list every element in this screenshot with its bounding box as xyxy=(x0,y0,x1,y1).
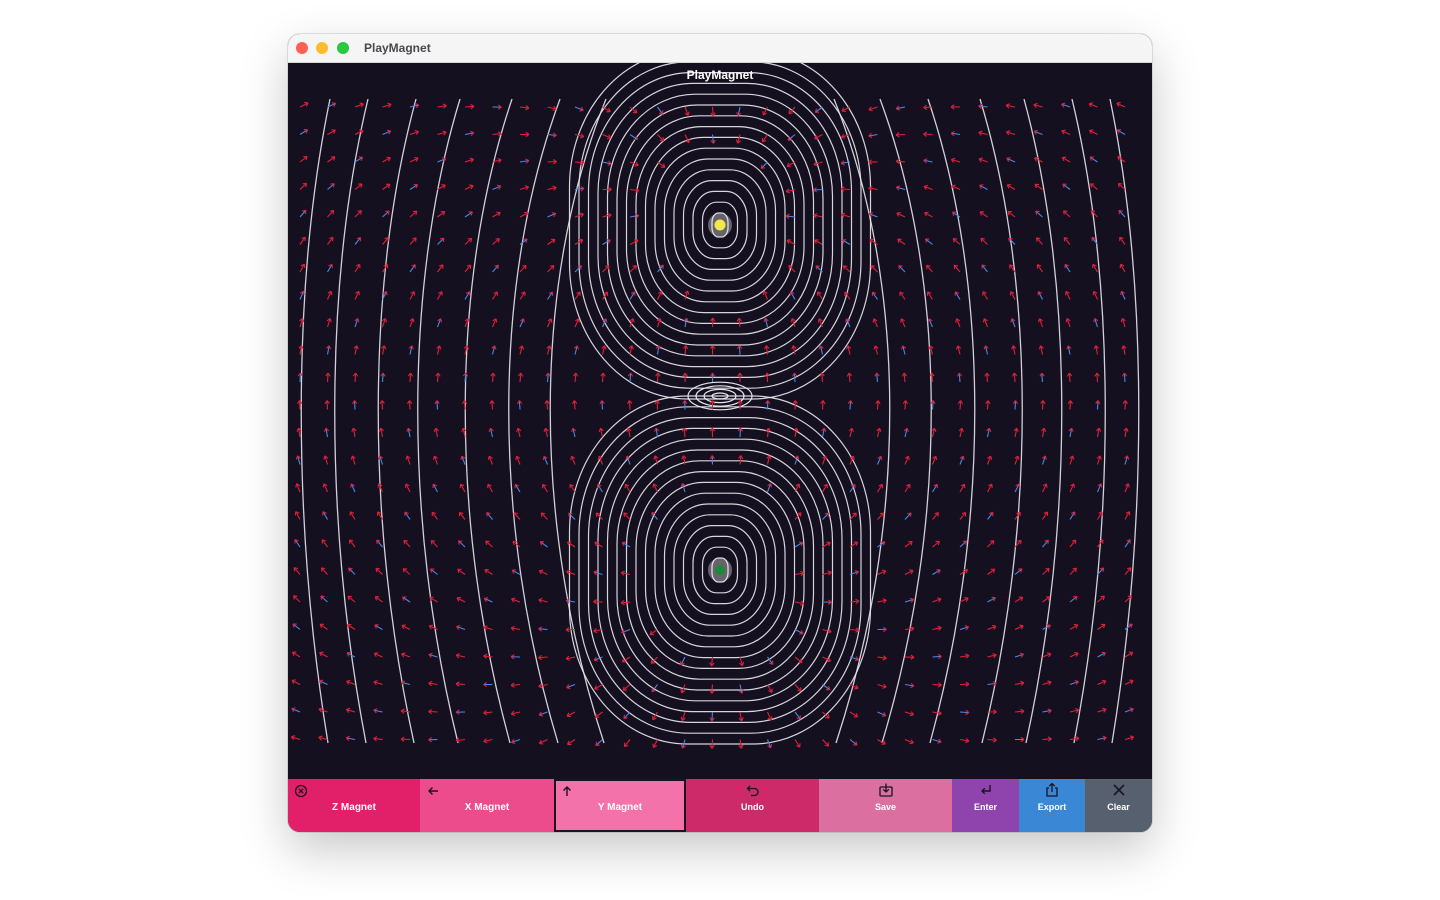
field-canvas[interactable]: PlayMagnet xyxy=(288,63,1152,779)
field-line xyxy=(1071,98,1106,744)
enter-icon xyxy=(980,785,991,795)
undo-label: Undo xyxy=(741,802,764,812)
field-line xyxy=(879,98,932,744)
clear-button[interactable]: Clear xyxy=(1085,779,1152,832)
field-line xyxy=(1023,98,1063,744)
field-line xyxy=(979,98,1023,744)
close-icon xyxy=(1112,784,1125,796)
field-line xyxy=(300,98,331,744)
field-line xyxy=(377,98,417,744)
window-title: PlayMagnet xyxy=(364,41,431,55)
undo-icon xyxy=(746,785,759,797)
app-window: PlayMagnet PlayMagnet Z Magnet X Magnet … xyxy=(288,34,1152,832)
field-line xyxy=(417,98,461,744)
y-magnet-label: Y Magnet xyxy=(597,802,643,813)
green-pole xyxy=(715,565,725,575)
export-icon xyxy=(1046,782,1058,797)
export-button[interactable]: Export xyxy=(1019,779,1085,832)
y-magnet-button[interactable]: Y Magnet xyxy=(554,779,686,832)
arrow-left-icon xyxy=(428,787,438,795)
clear-label: Clear xyxy=(1107,802,1130,812)
x-magnet-button[interactable]: X Magnet xyxy=(420,779,554,832)
title-bar: PlayMagnet xyxy=(288,34,1152,63)
field-line xyxy=(1109,98,1140,744)
export-label: Export xyxy=(1037,802,1067,812)
arrow-up-icon xyxy=(563,786,571,796)
canvas-heading: PlayMagnet xyxy=(686,68,754,82)
field-line xyxy=(334,98,369,744)
x-magnet-label: X Magnet xyxy=(464,802,510,813)
minimize-window-button[interactable] xyxy=(316,42,328,54)
close-window-button[interactable] xyxy=(296,42,308,54)
enter-button[interactable]: Enter xyxy=(952,779,1019,832)
field-line xyxy=(927,98,976,744)
circle-x-icon xyxy=(294,784,308,798)
field-line xyxy=(508,98,561,744)
save-label: Save xyxy=(874,802,897,812)
zoom-window-button[interactable] xyxy=(337,42,349,54)
save-icon xyxy=(878,783,893,797)
field-line xyxy=(464,98,513,744)
z-magnet-label: Z Magnet xyxy=(332,802,376,813)
save-button[interactable]: Save xyxy=(819,779,952,832)
yellow-pole xyxy=(714,219,726,231)
bottom-toolbar: Z Magnet X Magnet Y Magnet Undo Save Ent… xyxy=(288,779,1152,832)
enter-label: Enter xyxy=(973,802,997,812)
z-magnet-button[interactable]: Z Magnet xyxy=(288,779,420,832)
undo-button[interactable]: Undo xyxy=(686,779,819,832)
field-visualization[interactable] xyxy=(288,63,1152,779)
